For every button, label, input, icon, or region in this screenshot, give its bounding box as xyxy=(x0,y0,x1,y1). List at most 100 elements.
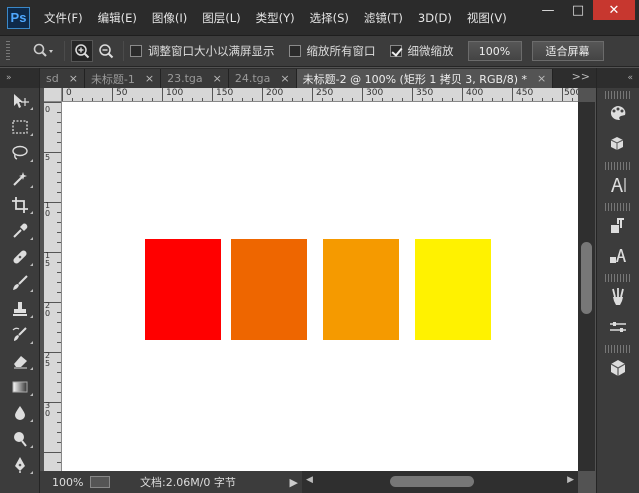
tab-close-icon[interactable]: × xyxy=(213,72,222,85)
status-bar: 100% 文档:2.06M/0 字节 ▶ xyxy=(40,471,302,493)
cube-icon xyxy=(610,360,626,376)
vertical-ruler[interactable]: 0 5 1 0 1 5 2 0 2 5 3 0 xyxy=(44,102,62,471)
marquee-tool[interactable] xyxy=(0,114,40,140)
right-panel-collapse[interactable]: « xyxy=(597,68,639,88)
tab-overflow-icon[interactable]: >> xyxy=(572,70,590,83)
panel-grip[interactable] xyxy=(605,274,631,282)
orange-rectangle[interactable] xyxy=(323,239,399,340)
menu-edit[interactable]: 编辑(E) xyxy=(98,10,137,26)
minimize-button[interactable]: — xyxy=(533,0,563,20)
fit-screen-button[interactable]: 适合屏幕 xyxy=(531,41,604,61)
tab-close-icon[interactable]: × xyxy=(280,72,289,85)
paragraph-styles-button[interactable] xyxy=(597,211,639,241)
ruler-label: 1 5 xyxy=(45,251,51,268)
vertical-scroll-thumb[interactable] xyxy=(581,242,592,314)
ruler-label: 400 xyxy=(466,88,484,98)
red-rectangle[interactable] xyxy=(145,239,221,340)
horizontal-ruler[interactable]: 0 50 100 150 200 250 300 350 400 450 500 xyxy=(62,88,578,102)
panel-grip[interactable] xyxy=(605,345,631,353)
dodge-tool[interactable] xyxy=(0,426,40,452)
tab-24-tga[interactable]: 24.tga × xyxy=(228,69,297,88)
vertical-scrollbar[interactable] xyxy=(578,102,595,471)
panel-grip[interactable] xyxy=(605,91,631,99)
close-button[interactable]: ✕ xyxy=(593,0,635,20)
zoom-all-windows-checkbox-box[interactable] xyxy=(288,45,301,57)
horizontal-scroll-thumb[interactable] xyxy=(390,476,474,487)
tab-close-icon[interactable]: × xyxy=(69,72,78,85)
scrubby-zoom-checkbox-box[interactable] xyxy=(389,45,402,57)
tab-untitled-1[interactable]: 未标题-1 × xyxy=(84,69,162,88)
tab-label: 未标题-1 xyxy=(90,72,135,86)
tab-23-tga[interactable]: 23.tga × xyxy=(161,69,229,88)
panel-grip[interactable] xyxy=(605,203,631,211)
ruler-label: 2 5 xyxy=(45,351,51,368)
ruler-label: 2 0 xyxy=(45,301,51,318)
gradient-tool[interactable] xyxy=(0,374,40,400)
scroll-right-icon[interactable]: ▶ xyxy=(567,475,574,485)
blur-tool[interactable] xyxy=(0,400,40,426)
dodge-icon xyxy=(14,432,27,447)
status-info-icon[interactable] xyxy=(90,476,110,488)
zoom-out-icon[interactable] xyxy=(95,40,117,62)
lasso-tool[interactable] xyxy=(0,140,40,166)
menu-type[interactable]: 类型(Y) xyxy=(256,10,295,26)
crop-tool[interactable] xyxy=(0,192,40,218)
menu-file[interactable]: 文件(F) xyxy=(44,10,83,26)
magic-wand-tool[interactable] xyxy=(0,166,40,192)
scrubby-zoom-checkbox[interactable]: 细微缩放 xyxy=(389,43,454,59)
menu-filter[interactable]: 滤镜(T) xyxy=(364,10,403,26)
horizontal-scrollbar[interactable]: ◀ ▶ xyxy=(302,471,578,493)
zoom-level[interactable]: 100% xyxy=(40,476,90,489)
maximize-button[interactable]: □ xyxy=(563,0,593,20)
yellow-rectangle[interactable] xyxy=(415,239,491,340)
gradient-icon xyxy=(12,381,28,393)
zoom-all-windows-checkbox[interactable]: 缩放所有窗口 xyxy=(288,43,376,59)
brush-tool[interactable] xyxy=(0,270,40,296)
tool-presets-button[interactable] xyxy=(597,312,639,342)
window-controls: — □ ✕ xyxy=(533,0,635,20)
magic-wand-icon xyxy=(13,172,27,186)
zoom-tool-preset-icon[interactable] xyxy=(28,40,58,62)
tab-close-icon[interactable]: × xyxy=(537,72,546,85)
actual-pixels-button[interactable]: 100% xyxy=(467,41,522,61)
zoom-in-icon[interactable] xyxy=(71,40,93,62)
menu-3d[interactable]: 3D(D) xyxy=(418,11,452,25)
3d-object-panel-button[interactable] xyxy=(597,353,639,383)
eyedropper-tool[interactable] xyxy=(0,218,40,244)
tab-sd[interactable]: sd × xyxy=(40,69,85,88)
panel-grip[interactable] xyxy=(605,162,631,170)
healing-brush-tool[interactable] xyxy=(0,244,40,270)
menu-select[interactable]: 选择(S) xyxy=(310,10,349,26)
history-brush-tool[interactable] xyxy=(0,322,40,348)
menu-image[interactable]: 图像(I) xyxy=(152,10,187,26)
ruler-label: 200 xyxy=(266,88,284,98)
tab-label: 23.tga xyxy=(167,72,203,85)
options-grip[interactable] xyxy=(6,41,10,61)
ruler-label: 0 xyxy=(66,88,72,98)
eraser-tool[interactable] xyxy=(0,348,40,374)
pen-tool[interactable] xyxy=(0,452,40,478)
menu-layer[interactable]: 图层(L) xyxy=(202,10,240,26)
eraser-icon xyxy=(14,356,27,369)
fit-window-checkbox-box[interactable] xyxy=(130,45,142,57)
fit-window-checkbox[interactable]: 调整窗口大小以满屏显示 xyxy=(130,43,275,59)
move-icon xyxy=(14,94,29,108)
ruler-corner[interactable] xyxy=(44,88,62,102)
tab-untitled-2[interactable]: 未标题-2 @ 100% (矩形 1 拷贝 3, RGB/8) * × xyxy=(296,69,554,88)
color-panel-button[interactable] xyxy=(597,99,639,129)
document-canvas[interactable] xyxy=(62,102,578,471)
tab-close-icon[interactable]: × xyxy=(145,72,154,85)
eyedropper-icon xyxy=(13,223,28,238)
menu-view[interactable]: 视图(V) xyxy=(467,10,507,26)
dark-orange-rectangle[interactable] xyxy=(231,239,307,340)
character-styles-button[interactable] xyxy=(597,241,639,271)
tools-panel-collapse[interactable]: » xyxy=(0,68,39,88)
cube-stack-icon xyxy=(610,137,624,150)
scroll-left-icon[interactable]: ◀ xyxy=(306,475,313,485)
status-menu-arrow-icon[interactable]: ▶ xyxy=(290,476,298,489)
brush-panel-button[interactable] xyxy=(597,282,639,312)
clone-stamp-tool[interactable] xyxy=(0,296,40,322)
move-tool[interactable] xyxy=(0,88,40,114)
3d-panel-button[interactable] xyxy=(597,129,639,159)
character-panel-button[interactable] xyxy=(597,170,639,200)
